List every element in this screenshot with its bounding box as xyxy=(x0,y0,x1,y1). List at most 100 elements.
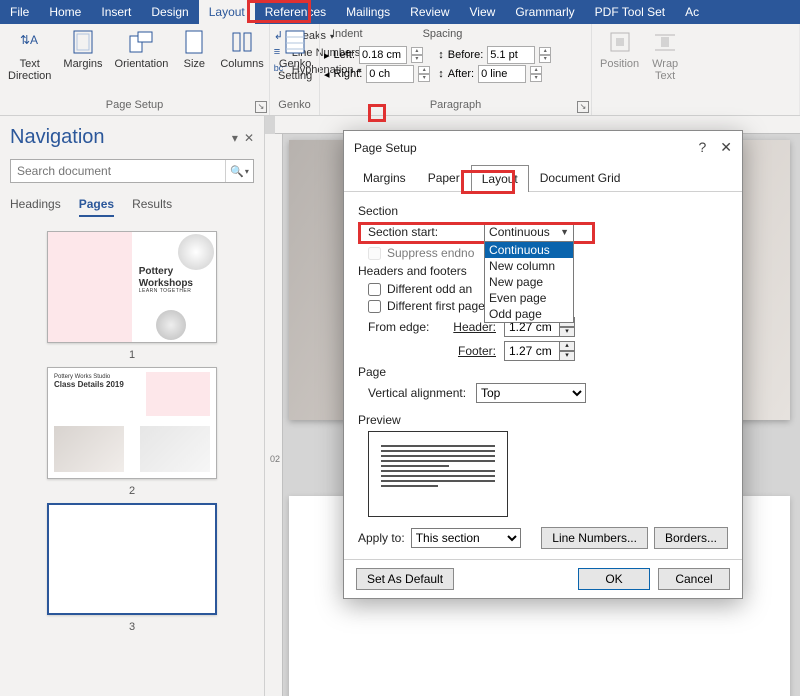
text-direction-button[interactable]: ⇅A Text Direction xyxy=(4,26,55,84)
ribbon: ⇅A Text Direction Margins Orientation Si… xyxy=(0,24,800,116)
group-arrange: Position Wrap Text xyxy=(592,24,800,115)
dialog-close-icon[interactable]: ✕ xyxy=(720,139,732,156)
suppress-endnotes-label: Suppress endno xyxy=(387,246,474,260)
spacing-after-icon: ↕ xyxy=(438,68,444,80)
menu-design[interactable]: Design xyxy=(141,0,198,24)
menu-layout[interactable]: Layout xyxy=(199,0,255,24)
menu-grammarly[interactable]: Grammarly xyxy=(505,0,584,24)
indent-label: Indent xyxy=(332,28,363,40)
group-label-paragraph: Paragraph xyxy=(324,97,587,113)
group-genko: Genko Setting Genko xyxy=(270,24,320,115)
apply-to-label: Apply to: xyxy=(358,531,405,545)
indent-left-icon: ▸ xyxy=(324,49,330,62)
menu-file[interactable]: File xyxy=(0,0,39,24)
suppress-endnotes-checkbox[interactable] xyxy=(368,247,381,260)
search-icon: 🔍 xyxy=(230,165,244,178)
ruler-page-num: 02 xyxy=(270,454,280,464)
dialog-tab-margins[interactable]: Margins xyxy=(352,164,417,191)
spacing-label: Spacing xyxy=(423,28,463,40)
dialog-tab-document-grid[interactable]: Document Grid xyxy=(529,164,632,191)
page-thumbnail-2[interactable]: Pottery Works StudioClass Details 2019 xyxy=(47,367,217,479)
footer-input[interactable] xyxy=(504,341,560,361)
menu-pdf-tool-set[interactable]: PDF Tool Set xyxy=(585,0,675,24)
page-thumbnail-3[interactable] xyxy=(47,503,217,615)
option-new-column[interactable]: New column xyxy=(485,258,573,274)
wrap-icon xyxy=(651,28,679,56)
indent-left-input[interactable] xyxy=(359,46,407,64)
genko-icon xyxy=(281,28,309,56)
nav-dropdown-icon[interactable]: ▾ xyxy=(232,131,238,145)
nav-tab-pages[interactable]: Pages xyxy=(79,197,114,217)
menu-review[interactable]: Review xyxy=(400,0,459,24)
vertical-alignment-select[interactable]: Top xyxy=(476,383,586,403)
indent-right-spinner[interactable]: ▴▾ xyxy=(418,66,430,82)
svg-text:⇅A: ⇅A xyxy=(20,33,38,47)
margins-button[interactable]: Margins xyxy=(59,26,106,72)
position-button[interactable]: Position xyxy=(596,26,643,72)
search-button[interactable]: 🔍▾ xyxy=(225,160,253,182)
spacing-after-label: After: xyxy=(448,68,474,80)
preview-heading: Preview xyxy=(358,413,728,427)
section-start-label: Section start: xyxy=(368,225,438,239)
different-odd-even-checkbox[interactable] xyxy=(368,283,381,296)
wrap-text-button[interactable]: Wrap Text xyxy=(647,26,683,84)
menu-references[interactable]: References xyxy=(255,0,336,24)
paragraph-dialog-launcher[interactable]: ↘ xyxy=(577,101,589,113)
search-input[interactable] xyxy=(11,160,225,182)
footer-spinner[interactable]: ▴▾ xyxy=(560,341,575,361)
spacing-before-spinner[interactable]: ▴▾ xyxy=(539,47,551,63)
columns-button[interactable]: Columns xyxy=(216,26,267,72)
orientation-button[interactable]: Orientation xyxy=(111,26,173,72)
dialog-tab-layout[interactable]: Layout xyxy=(471,165,529,192)
dialog-title: Page Setup xyxy=(354,141,417,155)
spacing-after-spinner[interactable]: ▴▾ xyxy=(530,66,542,82)
menu-bar: File Home Insert Design Layout Reference… xyxy=(0,0,800,24)
different-first-page-label: Different first page xyxy=(387,299,485,313)
menu-view[interactable]: View xyxy=(460,0,506,24)
orientation-icon xyxy=(127,28,155,56)
indent-left-spinner[interactable]: ▴▾ xyxy=(411,47,423,63)
page-setup-dialog-launcher[interactable]: ↘ xyxy=(255,101,267,113)
page-setup-dialog: Page Setup ? ✕ Margins Paper Layout Docu… xyxy=(343,130,743,599)
apply-to-select[interactable]: This section xyxy=(411,528,521,548)
different-first-page-checkbox[interactable] xyxy=(368,300,381,313)
spacing-before-label: Before: xyxy=(448,49,483,61)
indent-right-label: Right: xyxy=(334,68,363,80)
size-button[interactable]: Size xyxy=(176,26,212,72)
different-odd-even-label: Different odd an xyxy=(387,282,472,296)
spacing-after-input[interactable] xyxy=(478,65,526,83)
margins-icon xyxy=(69,28,97,56)
spacing-before-input[interactable] xyxy=(487,46,535,64)
set-as-default-button[interactable]: Set As Default xyxy=(356,568,454,590)
from-edge-label: From edge: xyxy=(368,320,438,334)
vertical-alignment-label: Vertical alignment: xyxy=(368,386,468,400)
indent-right-input[interactable] xyxy=(366,65,414,83)
chevron-down-icon: ▼ xyxy=(560,227,569,237)
group-label-genko: Genko xyxy=(274,97,315,113)
borders-button[interactable]: Borders... xyxy=(654,527,728,549)
option-even-page[interactable]: Even page xyxy=(485,290,573,306)
menu-more[interactable]: Ac xyxy=(675,0,709,24)
text-direction-icon: ⇅A xyxy=(16,28,44,56)
menu-insert[interactable]: Insert xyxy=(91,0,141,24)
menu-home[interactable]: Home xyxy=(39,0,91,24)
section-start-combo[interactable]: Continuous▼ Continuous New column New pa… xyxy=(484,222,574,242)
nav-tab-headings[interactable]: Headings xyxy=(10,197,61,217)
ok-button[interactable]: OK xyxy=(578,568,650,590)
nav-tab-results[interactable]: Results xyxy=(132,197,172,217)
line-numbers-button[interactable]: Line Numbers... xyxy=(541,527,648,549)
option-new-page[interactable]: New page xyxy=(485,274,573,290)
option-continuous[interactable]: Continuous xyxy=(485,242,573,258)
nav-close-icon[interactable]: ✕ xyxy=(244,131,254,145)
group-page-setup: ⇅A Text Direction Margins Orientation Si… xyxy=(0,24,270,115)
option-odd-page[interactable]: Odd page xyxy=(485,306,573,322)
footer-label: Footer: xyxy=(446,344,496,358)
genko-setting-button[interactable]: Genko Setting xyxy=(274,26,316,84)
menu-mailings[interactable]: Mailings xyxy=(336,0,400,24)
dialog-tab-paper[interactable]: Paper xyxy=(417,164,471,191)
page-thumbnail-1[interactable]: Pottery WorkshopsLEARN TOGETHER xyxy=(47,231,217,343)
cancel-button[interactable]: Cancel xyxy=(658,568,730,590)
dialog-help-icon[interactable]: ? xyxy=(698,139,706,156)
spacing-before-icon: ↕ xyxy=(438,49,444,61)
vertical-ruler[interactable]: 02 xyxy=(265,134,283,696)
